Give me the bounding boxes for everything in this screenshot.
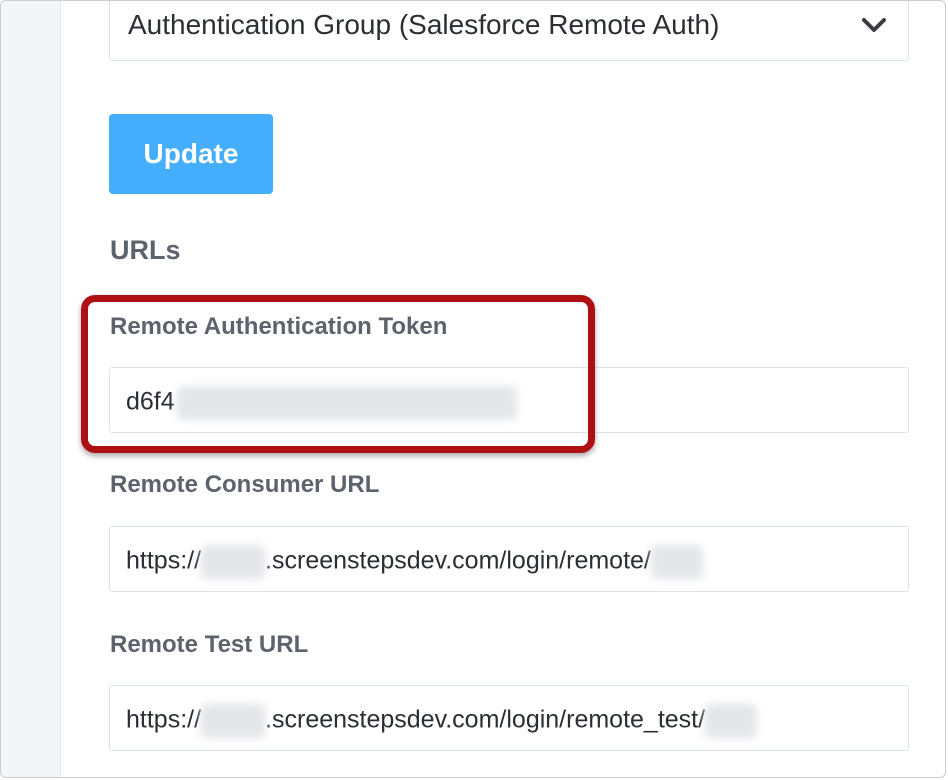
urls-section-title: URLs xyxy=(110,235,181,265)
remote-authentication-token-label: Remote Authentication Token xyxy=(110,313,448,340)
remote-consumer-url-input[interactable]: https:// .screenstepsdev.com/login/remote… xyxy=(109,526,909,592)
update-button[interactable]: Update xyxy=(109,114,273,194)
authentication-group-value: Authentication Group (Salesforce Remote … xyxy=(128,9,720,40)
remote-authentication-token-input[interactable]: d6f4 xyxy=(109,367,909,433)
test-url-prefix: https:// xyxy=(126,705,202,734)
settings-panel: Authentication Group (Salesforce Remote … xyxy=(0,0,946,778)
consumer-url-middle: .screenstepsdev.com/login/remote/ xyxy=(265,546,651,575)
token-redacted xyxy=(176,386,517,420)
consumer-url-redacted-id xyxy=(650,545,703,579)
remote-test-url-input[interactable]: https:// .screenstepsdev.com/login/remote… xyxy=(109,685,909,751)
chevron-down-icon xyxy=(862,18,886,32)
remote-test-url-label: Remote Test URL xyxy=(110,631,309,658)
authentication-group-select[interactable]: Authentication Group (Salesforce Remote … xyxy=(109,1,909,61)
consumer-url-redacted-subdomain xyxy=(201,545,266,579)
left-rail xyxy=(1,1,61,777)
remote-consumer-url-label: Remote Consumer URL xyxy=(110,471,380,498)
test-url-redacted-id xyxy=(705,704,758,738)
test-url-middle: .screenstepsdev.com/login/remote_test/ xyxy=(265,705,706,734)
consumer-url-value: https:// .screenstepsdev.com/login/remote… xyxy=(126,545,703,579)
test-url-value: https:// .screenstepsdev.com/login/remote… xyxy=(126,704,758,738)
token-visible-text: d6f4 xyxy=(126,387,175,416)
token-value: d6f4 xyxy=(126,386,517,420)
test-url-redacted-subdomain xyxy=(201,704,266,738)
consumer-url-prefix: https:// xyxy=(126,546,202,575)
